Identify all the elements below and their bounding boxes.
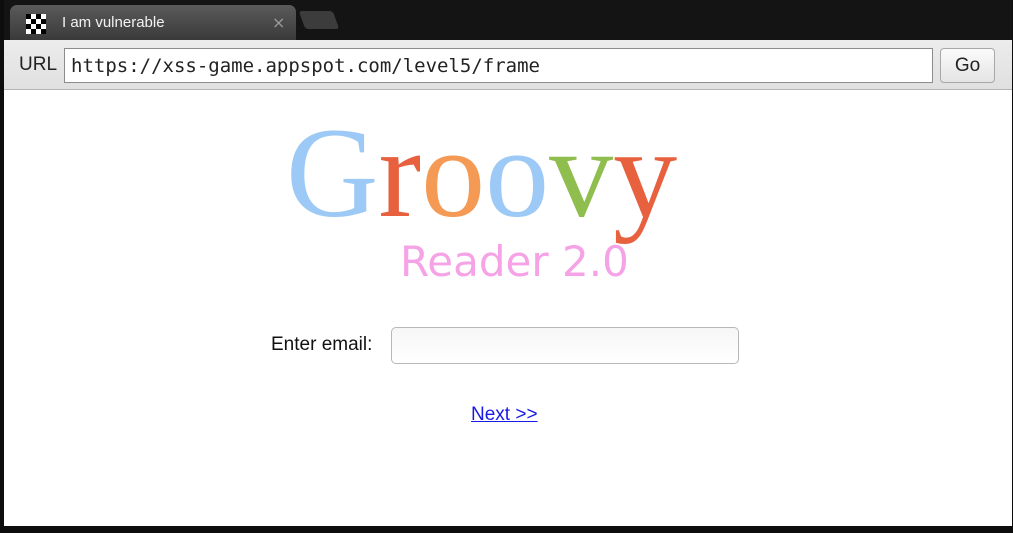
logo-letter: v bbox=[549, 108, 613, 244]
tab-active[interactable]: I am vulnerable × bbox=[10, 5, 296, 40]
checker-icon bbox=[26, 14, 46, 34]
address-toolbar: URL Go bbox=[4, 40, 1012, 90]
next-link[interactable]: Next >> bbox=[471, 404, 538, 426]
tab-title: I am vulnerable bbox=[62, 14, 165, 31]
url-input[interactable] bbox=[64, 48, 933, 83]
go-button[interactable]: Go bbox=[940, 48, 995, 83]
browser-window: I am vulnerable × URL Go Groovy Reader 2… bbox=[4, 0, 1012, 526]
logo-letter: y bbox=[613, 108, 677, 244]
url-label: URL bbox=[19, 54, 58, 75]
logo-letter: r bbox=[378, 108, 421, 244]
logo-letter: o bbox=[421, 108, 485, 244]
close-icon[interactable]: × bbox=[272, 13, 285, 32]
logo-subtitle: Reader 2.0 bbox=[400, 237, 629, 283]
email-label: Enter email: bbox=[271, 334, 373, 355]
new-tab-button[interactable] bbox=[298, 11, 340, 29]
svg-text:Groovy: Groovy bbox=[286, 108, 677, 244]
email-field[interactable] bbox=[391, 327, 739, 364]
groovy-reader-logo: Groovy Reader 2.0 bbox=[286, 108, 677, 283]
page-content: Groovy Reader 2.0 Enter email: Next >> bbox=[4, 90, 1012, 526]
logo-letter: o bbox=[485, 108, 549, 244]
tab-strip: I am vulnerable × bbox=[4, 0, 1012, 40]
email-form-row: Enter email: bbox=[4, 326, 1012, 366]
logo-letter: G bbox=[286, 108, 378, 244]
